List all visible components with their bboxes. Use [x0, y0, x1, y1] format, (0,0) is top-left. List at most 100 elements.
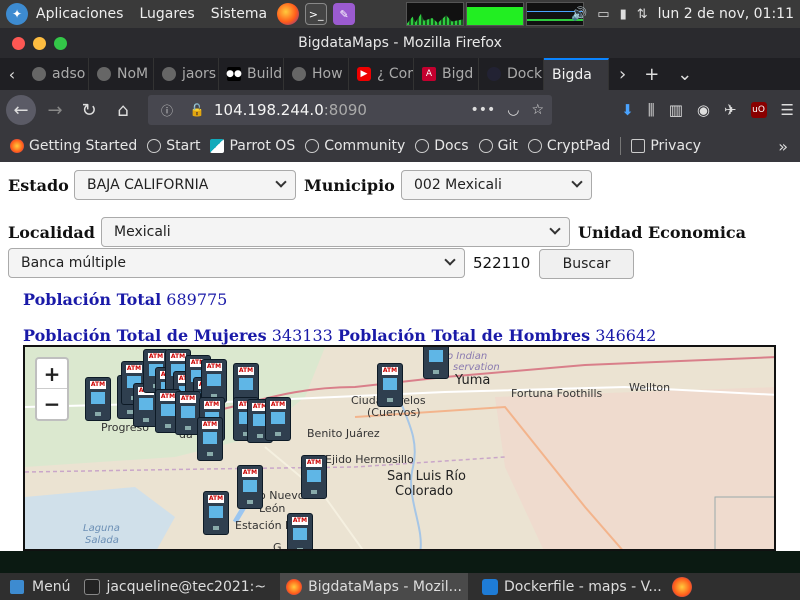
- map-label-salada: Salada: [85, 535, 119, 546]
- map-view[interactable]: + − o Indian servation Yuma Fortuna Foot…: [23, 345, 776, 551]
- atm-marker[interactable]: [203, 491, 229, 535]
- page-actions-icon[interactable]: •••: [470, 102, 495, 118]
- cpu-graph: [406, 2, 464, 26]
- extension-icon[interactable]: ✈: [724, 101, 737, 119]
- tab-adso[interactable]: adso: [24, 58, 89, 90]
- sidebar-icon[interactable]: ▥: [669, 101, 683, 119]
- atm-marker[interactable]: [423, 347, 449, 379]
- localidad-label: Localidad: [8, 223, 95, 242]
- url-bar[interactable]: ⓘ 🔓 104.198.244.0:8090 ••• ◡ ☆: [148, 95, 552, 125]
- globe-icon: [305, 139, 320, 153]
- new-tab-icon[interactable]: +: [644, 64, 659, 85]
- menu-icon: [10, 579, 24, 594]
- localidad-select[interactable]: Mexicali: [101, 217, 570, 247]
- tab-angular[interactable]: A Bigd: [414, 58, 479, 90]
- bookmark-start[interactable]: Start: [147, 138, 200, 154]
- github-icon: [162, 67, 176, 81]
- atm-marker[interactable]: [287, 513, 313, 549]
- network-icon[interactable]: ⇅: [637, 7, 648, 22]
- atm-marker[interactable]: [301, 455, 327, 499]
- buscar-button[interactable]: Buscar: [539, 249, 634, 279]
- display-icon[interactable]: ▭: [597, 7, 609, 22]
- github-icon: [32, 67, 46, 81]
- atm-marker[interactable]: [377, 363, 403, 407]
- volume-icon[interactable]: 🔊: [571, 7, 587, 22]
- pocket-icon[interactable]: ◡: [507, 102, 519, 118]
- menu-hamburger-icon[interactable]: ☰: [781, 101, 794, 119]
- cube-icon: [292, 67, 306, 81]
- vscode-icon: [481, 578, 498, 595]
- bookmark-star-icon[interactable]: ☆: [531, 102, 544, 118]
- bookmarks-overflow-icon[interactable]: »: [778, 137, 788, 156]
- start-menu-button[interactable]: Menú: [10, 579, 70, 595]
- taskbar-item-vscode[interactable]: Dockerfile - maps - V...: [476, 573, 668, 600]
- tab-how[interactable]: How: [284, 58, 349, 90]
- downloads-icon[interactable]: ⬇: [621, 101, 634, 119]
- zoom-control: + −: [35, 357, 69, 421]
- poblacion-total-label: Población Total: [23, 290, 162, 309]
- taskbar: Menú jacqueline@tec2021:~ BigdataMaps - …: [0, 573, 800, 600]
- home-button[interactable]: ⌂: [108, 95, 138, 125]
- forward-button[interactable]: →: [40, 95, 70, 125]
- reload-button[interactable]: ↻: [74, 95, 104, 125]
- parrot-menu-icon[interactable]: ✦: [6, 3, 28, 25]
- estado-label: Estado: [8, 176, 69, 195]
- memory-graph: [466, 2, 524, 26]
- atm-marker[interactable]: [85, 377, 111, 421]
- bookmark-community[interactable]: Community: [305, 138, 405, 154]
- clock[interactable]: lun 2 de nov, 01:11: [658, 6, 794, 22]
- tab-scroll-right-icon[interactable]: ›: [619, 64, 626, 85]
- bookmark-folder-privacy[interactable]: Privacy: [631, 138, 701, 154]
- atm-marker[interactable]: [237, 465, 263, 509]
- bookmark-git[interactable]: Git: [478, 138, 518, 154]
- firefox-launcher-icon[interactable]: [277, 3, 300, 25]
- map-label-yuma: Yuma: [455, 373, 491, 388]
- zoom-in-button[interactable]: +: [37, 359, 67, 389]
- municipio-label: Municipio: [304, 176, 395, 195]
- atm-marker[interactable]: [197, 417, 223, 461]
- menu-sistema[interactable]: Sistema: [211, 6, 267, 22]
- bookmark-getting-started[interactable]: Getting Started: [10, 138, 137, 154]
- firefox-tray-icon[interactable]: [672, 576, 692, 597]
- map-label-ejido-hermosillo: Ejido Hermosillo: [325, 453, 414, 466]
- insecure-lock-icon[interactable]: 🔓: [186, 103, 208, 117]
- municipio-select[interactable]: 002 Mexicali: [401, 170, 592, 200]
- tab-youtube[interactable]: ▶ ¿ Cor: [349, 58, 414, 90]
- tab-build[interactable]: ●● Build: [219, 58, 284, 90]
- angular-icon: A: [422, 67, 436, 81]
- bookmark-parrot-os[interactable]: Parrot OS: [210, 138, 295, 154]
- tab-list-chevron-icon[interactable]: ⌄: [677, 64, 692, 85]
- map-label-benito-juarez: Benito Juárez: [307, 427, 380, 440]
- zoom-out-button[interactable]: −: [37, 389, 67, 419]
- atm-marker[interactable]: [265, 397, 291, 441]
- map-label-colorado: Colorado: [395, 484, 454, 499]
- medium-icon: ●●: [226, 67, 242, 81]
- bookmark-docs[interactable]: Docs: [415, 138, 469, 154]
- text-editor-launcher-icon[interactable]: ✎: [333, 3, 356, 25]
- navigation-toolbar: ← → ↻ ⌂ ⓘ 🔓 104.198.244.0:8090 ••• ◡ ☆ ⬇…: [0, 90, 800, 130]
- poblacion-total-value: 689775: [166, 290, 228, 309]
- globe-icon: [415, 139, 430, 153]
- site-info-icon[interactable]: ⓘ: [156, 102, 178, 119]
- bookmark-cryptpad[interactable]: CryptPad: [527, 138, 610, 154]
- taskbar-item-firefox[interactable]: BigdataMaps - Mozil...: [280, 573, 468, 600]
- unidad-economica-select[interactable]: Banca múltiple: [8, 248, 465, 278]
- tab-bigdatamaps[interactable]: Bigda: [544, 58, 609, 90]
- menu-lugares[interactable]: Lugares: [139, 6, 194, 22]
- tab-jaors[interactable]: jaors: [154, 58, 219, 90]
- back-button[interactable]: ←: [6, 95, 36, 125]
- estado-select[interactable]: BAJA CALIFORNIA: [74, 170, 296, 200]
- terminal-launcher-icon[interactable]: >_: [305, 3, 328, 25]
- ublock-icon[interactable]: uO: [750, 102, 767, 118]
- tab-scroll-left-icon[interactable]: ‹: [0, 58, 24, 90]
- taskbar-item-terminal[interactable]: jacqueline@tec2021:~: [78, 573, 272, 600]
- account-icon[interactable]: ◉: [697, 101, 710, 119]
- library-icon[interactable]: ⫼: [648, 101, 655, 119]
- menu-aplicaciones[interactable]: Aplicaciones: [36, 6, 123, 22]
- poblacion-mujeres-label: Población Total de Mujeres: [23, 326, 267, 345]
- map-label-reservation-2: servation: [453, 362, 500, 373]
- window-title: BigdataMaps - Mozilla Firefox: [298, 35, 502, 51]
- tab-docker[interactable]: Dock: [479, 58, 544, 90]
- tab-nom[interactable]: NoM: [89, 58, 154, 90]
- battery-icon[interactable]: ▮: [620, 7, 627, 22]
